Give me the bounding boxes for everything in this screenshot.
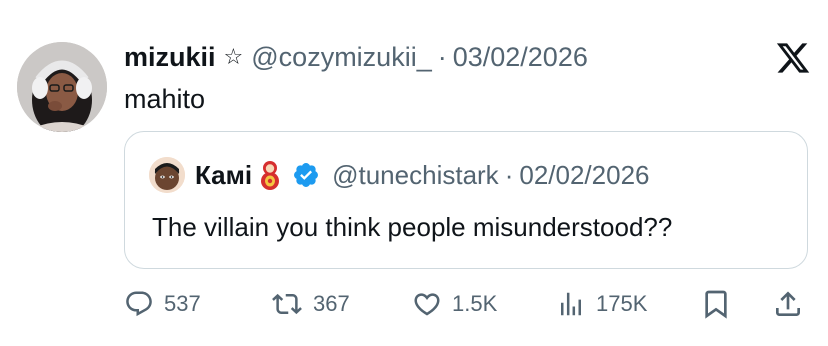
analytics-icon: [561, 292, 581, 316]
quoted-author-name[interactable]: Камі: [195, 160, 252, 191]
reply-count: 537: [164, 291, 201, 316]
share-icon: [776, 291, 800, 316]
views-button[interactable]: 175K: [556, 286, 647, 322]
like-button[interactable]: 1.5K: [412, 286, 497, 322]
share-button[interactable]: [772, 286, 814, 322]
header-separator: ·: [437, 41, 447, 72]
tweet-actions-bar: 537 367 1.5K 175K: [0, 282, 828, 326]
quoted-tweet-card[interactable]: Камі @tunechistark · 02/02/2026 The vill…: [124, 131, 808, 269]
author-handle[interactable]: @cozymizukii_: [251, 42, 431, 73]
repost-button[interactable]: 367: [271, 286, 350, 322]
author-name[interactable]: mizukii: [124, 42, 216, 73]
like-count: 1.5K: [452, 291, 498, 316]
quoted-author-handle[interactable]: @tunechistark: [332, 160, 499, 191]
x-logo-icon[interactable]: [775, 40, 811, 76]
tweet-text: mahito: [124, 84, 206, 114]
tweet-header: mizukii ☆ @cozymizukii_ · 03/02/2026: [124, 38, 588, 76]
quoted-tweet-date[interactable]: 02/02/2026: [519, 160, 649, 191]
quoted-tweet-text: The villain you think people misundersto…: [152, 212, 673, 242]
verified-badge-icon[interactable]: [292, 161, 320, 189]
quoted-tweet-header: Камі @tunechistark · 02/02/2026: [149, 157, 650, 193]
reply-icon: [126, 291, 152, 317]
views-count: 175K: [596, 291, 648, 316]
heart-icon: [414, 293, 440, 316]
quoted-header-separator: ·: [504, 159, 514, 190]
author-avatar-image: [17, 42, 107, 132]
tweet-date[interactable]: 03/02/2026: [453, 42, 588, 73]
repost-count: 367: [313, 291, 350, 316]
repost-icon: [272, 293, 302, 315]
star-icon: ☆: [223, 44, 244, 69]
author-avatar[interactable]: [17, 42, 107, 132]
quoted-author-avatar[interactable]: [149, 157, 185, 193]
quoted-avatar-image: [149, 157, 185, 193]
bookmark-button[interactable]: [700, 286, 742, 322]
nesting-doll-icon: [261, 161, 280, 190]
bookmark-icon: [705, 290, 727, 319]
reply-button[interactable]: 537: [124, 286, 201, 322]
